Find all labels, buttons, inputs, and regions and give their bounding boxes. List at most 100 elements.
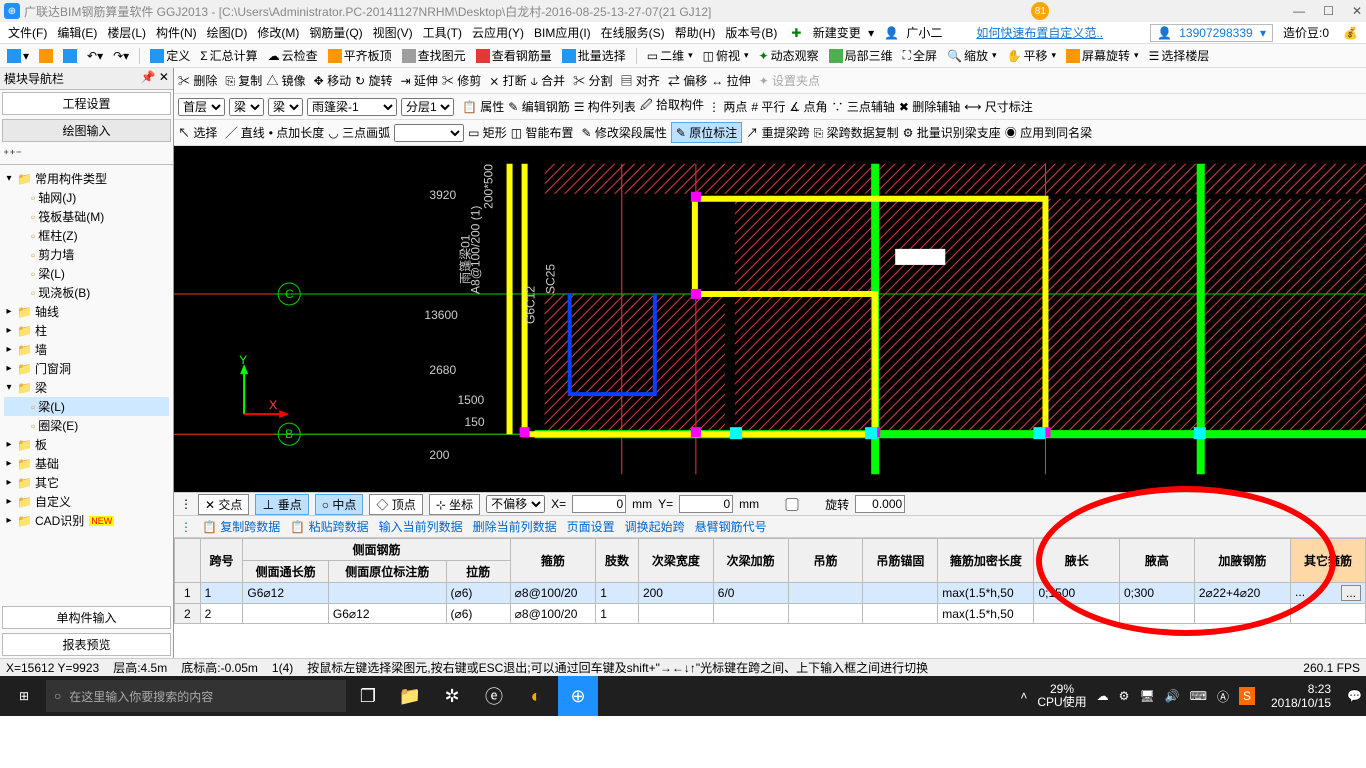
edge-icon[interactable]: ⓔ [474,676,514,716]
tree-node[interactable]: ▸📁板 [4,435,169,454]
rotate-check[interactable] [765,498,819,511]
tray-icon[interactable]: ☁ [1097,689,1109,703]
redo-icon[interactable]: ↷▾ [110,48,132,64]
point-len-btn[interactable]: • 点加长度 [269,124,325,141]
select-btn[interactable]: ↖ 选择 [178,124,217,141]
tab-report[interactable]: 报表预览 [2,633,171,656]
app-icon-3[interactable]: ⊕ [558,676,598,716]
batch-support-btn[interactable]: ⚙ 批量识别梁支座 [903,124,1001,141]
snap-intersection[interactable]: ✕ 交点 [198,494,249,515]
member-list-btn[interactable]: ☰ 构件列表 [574,98,636,115]
mi[interactable]: 楼层(L) [103,22,150,43]
delete-aux-btn[interactable]: ✖ 删除辅轴 [899,98,960,115]
tree-node[interactable]: ▫剪力墙 [4,245,169,264]
sum-btn[interactable]: Σ 汇总计算 [197,46,260,65]
clock[interactable]: 8:232018/10/15 [1265,682,1337,711]
smart-btn[interactable]: ◫ 智能布置 [511,124,574,141]
rect-btn[interactable]: ▭ 矩形 [468,124,507,141]
tree-node[interactable]: ▸📁其它 [4,473,169,492]
mi[interactable]: 钢筋量(Q) [305,22,366,43]
tree-node[interactable]: ▫圈梁(E) [4,416,169,435]
local3d-btn[interactable]: 局部三维 [826,46,896,65]
delete-btn[interactable]: ✂ 删除 [178,72,217,89]
y-input[interactable] [679,495,733,513]
inplace-label-btn[interactable]: ✎ 原位标注 [671,122,742,143]
tree-node[interactable]: ▸📁墙 [4,340,169,359]
copy-btn[interactable]: ⎘ 复制 [225,72,262,89]
offset-select[interactable]: 不偏移 [486,495,545,513]
accessibility-icon[interactable]: Ⓐ [1217,688,1229,705]
keyboard-icon[interactable]: ⌨ [1190,689,1207,703]
floor-select[interactable]: 首层 [178,98,225,116]
relift-btn[interactable]: ↗ 重提梁跨 [746,124,809,141]
mi[interactable]: 帮助(H) [671,22,720,43]
trim-btn[interactable]: ✂ 修剪 [442,72,481,89]
tree-node[interactable]: ▸📁门窗洞 [4,359,169,378]
snap-perp[interactable]: ⊥ 垂点 [255,494,308,515]
two-point-btn[interactable]: ⋮ 两点 [708,98,747,115]
tray-icon[interactable]: 🖥 [1139,689,1154,703]
mi[interactable]: 版本号(B) [721,22,781,43]
sub-select[interactable]: 梁 [268,98,303,116]
mi[interactable]: 视图(V) [369,22,417,43]
app-icon-1[interactable]: ✲ [432,676,472,716]
split-btn[interactable]: ✂ 分割 [573,72,612,89]
orbit-btn[interactable]: ✦ 动态观察 [756,46,822,65]
move-btn[interactable]: ✥ 移动 [314,72,351,89]
snap-coord[interactable]: ⊹ 坐标 [429,494,480,515]
tab-single[interactable]: 单构件输入 [2,606,171,629]
table-row[interactable]: 11G6⌀12(⌀6)⌀8@100/2012006/0max(1.5*h,500… [175,583,1366,604]
extend-btn[interactable]: ⇥ 延伸 [400,72,437,89]
snap-vertex[interactable]: ◇ 顶点 [369,494,422,515]
tree-node[interactable]: ▫筏板基础(M) [4,207,169,226]
level-select[interactable]: 分层1 [401,98,454,116]
x-input[interactable] [572,495,626,513]
screen-rotate-btn[interactable]: 屏幕旋转 [1063,46,1142,65]
mi[interactable]: 工具(T) [419,22,466,43]
page-setup-btn[interactable]: 页面设置 [567,518,615,535]
search-box[interactable]: ○ 在这里输入你要搜索的内容 [46,680,346,712]
start-button[interactable]: ⊞ [4,676,44,716]
tray-icon[interactable]: ⚙ [1119,689,1130,703]
tree-node[interactable]: ▸📁轴线 [4,302,169,321]
dimension-btn[interactable]: ⟷ 尺寸标注 [964,98,1033,115]
mi[interactable]: 文件(F) [4,22,51,43]
parallel-btn[interactable]: # 平行 [751,98,785,115]
task-view-icon[interactable]: ❐ [348,676,388,716]
notification-icon[interactable]: 💬 [1347,689,1362,703]
cpu-meter[interactable]: 29%CPU使用 [1037,683,1086,709]
batch-select-btn[interactable]: 批量选择 [559,46,629,65]
tree-node[interactable]: ▫框柱(Z) [4,226,169,245]
tree-node[interactable]: ▾📁常用构件类型 [4,169,169,188]
select-floor-btn[interactable]: ☰ 选择楼层 [1146,46,1213,65]
edit-rebar-btn[interactable]: ✎ 编辑钢筋 [508,98,569,115]
cantilever-btn[interactable]: 悬臂钢筋代号 [695,518,767,535]
drawing-canvas[interactable]: CB Y X 3920 13600 2680 1500 150 200 200*… [174,146,1366,492]
pick-btn[interactable]: 🖉 拾取构件 [640,96,704,117]
copy-span-btn[interactable]: 📋 复制跨数据 [202,518,280,535]
pan-btn[interactable]: ✋ 平移 [1004,46,1060,65]
tree-node[interactable]: ▫梁(L) [4,397,169,416]
tree-node[interactable]: ▸📁基础 [4,454,169,473]
top-view-btn[interactable]: ◫ 俯视 [700,46,752,65]
tree-node[interactable]: ▫轴网(J) [4,188,169,207]
mi[interactable]: BIM应用(I) [530,22,595,43]
tree-node[interactable]: ▾📁梁 [4,378,169,397]
mi[interactable]: 构件(N) [152,22,201,43]
grip-btn[interactable]: ✦ 设置夹点 [759,72,820,89]
delete-col-btn[interactable]: 删除当前列数据 [473,518,557,535]
snap-mid[interactable]: ○ 中点 [315,494,364,515]
prop-btn[interactable]: 📋 属性 [462,98,504,115]
phone-box[interactable]: 👤 13907298339 ▾ [1150,24,1273,42]
mirror-btn[interactable]: △ 镜像 [266,72,305,89]
offset-btn[interactable]: ⇄ 偏移 [668,72,707,89]
tree-node[interactable]: ▫现浇板(B) [4,283,169,302]
tab-draw[interactable]: 绘图输入 [2,119,171,142]
line-btn[interactable]: ╱ 直线 [225,124,264,141]
cat-select[interactable]: 梁 [229,98,264,116]
add-icon[interactable]: ⁺⁺⁻ [3,147,22,161]
fullscreen-btn[interactable]: ⛶ 全屏 [900,46,940,65]
stretch-btn[interactable]: ↔ 拉伸 [711,72,750,89]
three-point-btn[interactable]: ∵ 三点辅轴 [831,98,894,115]
mi[interactable]: 云应用(Y) [468,22,528,43]
